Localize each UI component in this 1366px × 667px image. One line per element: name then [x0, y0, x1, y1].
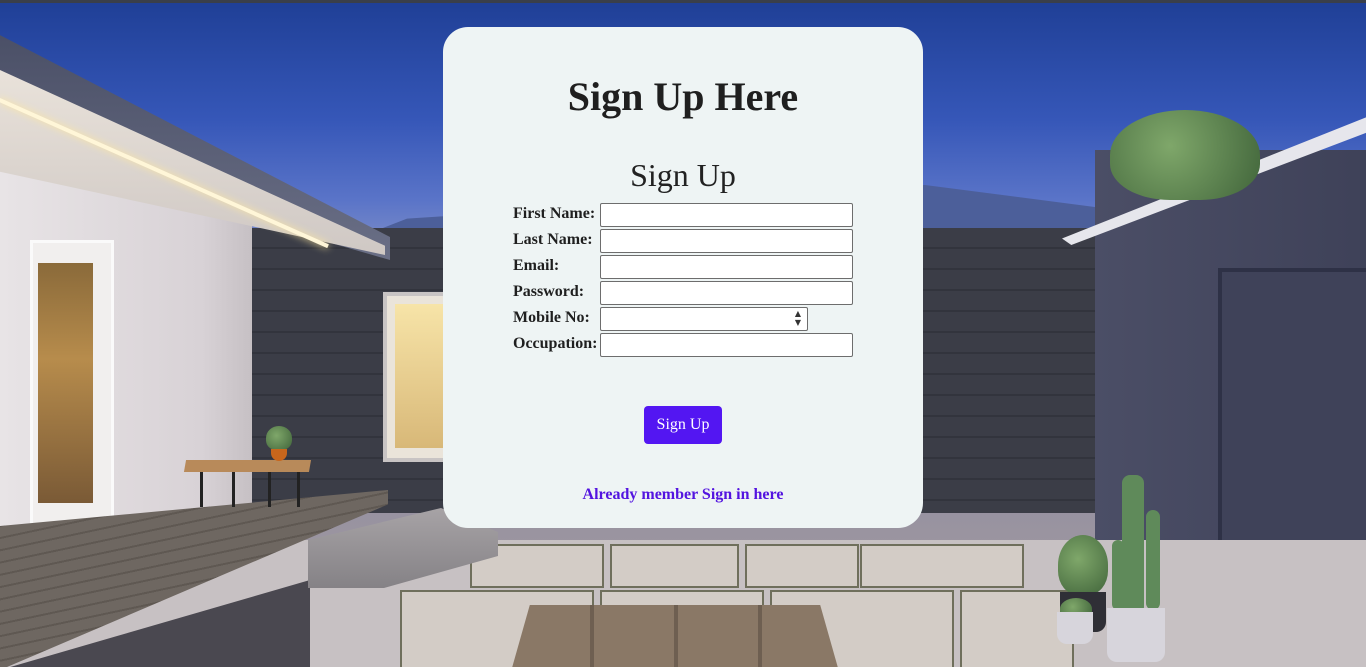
- email-row: Email:: [513, 255, 863, 279]
- mobile-input[interactable]: [600, 307, 808, 331]
- mobile-row: Mobile No: ▲ ▼: [513, 307, 863, 331]
- signup-card: Sign Up Here Sign Up First Name: Last Na…: [443, 27, 923, 528]
- page-heading: Sign Up Here: [567, 74, 799, 119]
- background-bench: [183, 460, 312, 472]
- window-top-bar: [0, 0, 1366, 3]
- first-name-row: First Name:: [513, 203, 863, 227]
- signup-button[interactable]: Sign Up: [644, 406, 722, 444]
- last-name-row: Last Name:: [513, 229, 863, 253]
- mobile-label: Mobile No:: [513, 309, 590, 326]
- signin-link[interactable]: Already member Sign in here: [443, 486, 923, 504]
- background-table: [510, 605, 840, 667]
- occupation-row: Occupation:: [513, 333, 863, 357]
- email-input[interactable]: [600, 255, 853, 279]
- background-plant: [266, 426, 292, 450]
- email-label: Email:: [513, 257, 560, 274]
- spinner-arrows-icon[interactable]: ▲ ▼: [791, 309, 805, 329]
- password-input[interactable]: [600, 281, 853, 305]
- last-name-label: Last Name:: [513, 231, 593, 248]
- background-door: [30, 240, 114, 546]
- first-name-label: First Name:: [513, 205, 596, 222]
- background-palm: [1110, 110, 1260, 200]
- occupation-label: Occupation:: [513, 335, 598, 352]
- occupation-input[interactable]: [600, 333, 853, 357]
- background-cactus: [1122, 475, 1144, 615]
- last-name-input[interactable]: [600, 229, 853, 253]
- password-label: Password:: [513, 283, 585, 300]
- password-row: Password:: [513, 281, 863, 305]
- first-name-input[interactable]: [600, 203, 853, 227]
- form-title: Sign Up: [630, 157, 736, 193]
